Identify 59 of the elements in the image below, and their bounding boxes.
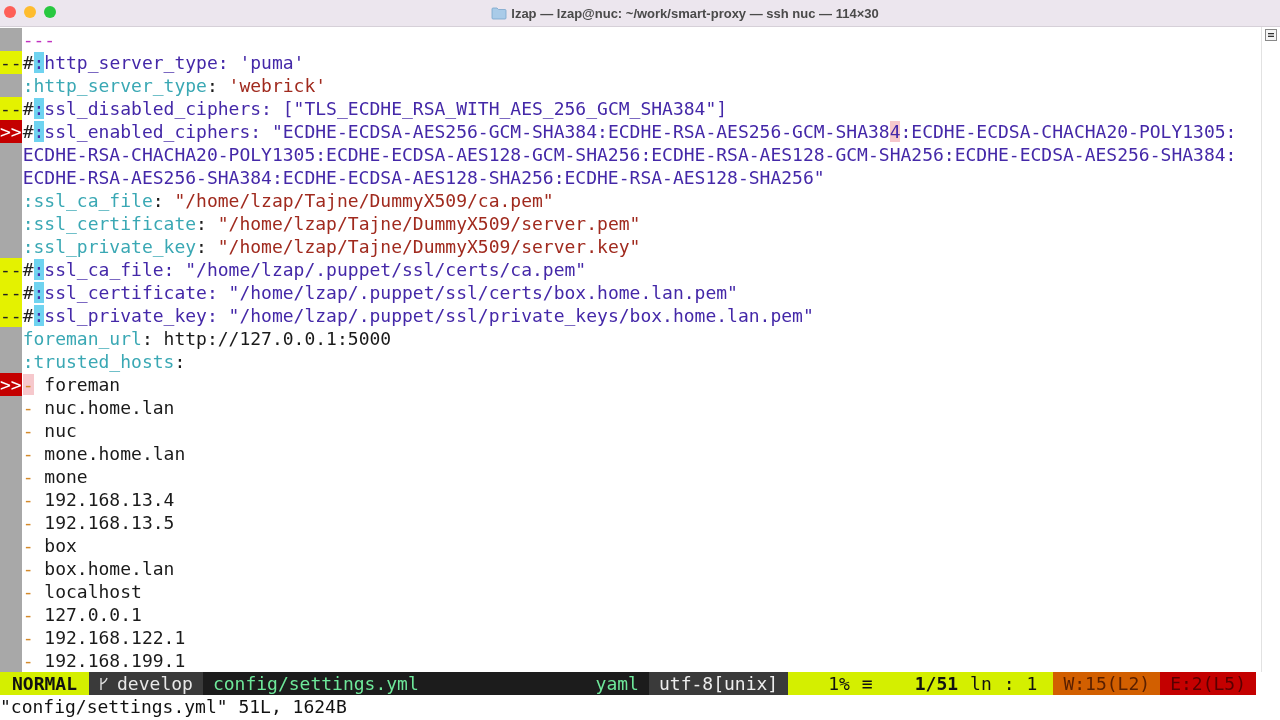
code-line: :http_server_type: 'webrick' (21, 74, 328, 97)
sign-gutter (0, 235, 22, 258)
branch-icon (99, 676, 110, 691)
code-line: #:ssl_certificate: "/home/lzap/.puppet/ssl/certs/box.home.lan.pem" (22, 281, 739, 304)
code-line: #:ssl_ca_file: "/home/lzap/.puppet/ssl/certs/ca.pem" (22, 258, 588, 281)
code-line: - 192.168.122.1 (21, 626, 187, 649)
code-line: :ssl_ca_file: "/home/lzap/Tajne/DummyX509/ca.pem" (21, 189, 555, 212)
code-line: #:ssl_enabled_ciphers: "ECDHE-ECDSA-AES256-GCM-SHA384:ECDHE-RSA-AES256-GCM-SHA384:ECDHE-ECDSA-CHACHA20-POLY1305:ECDHE-RSA-CHACHA20-POLY1305:ECDHE-ECDSA-AES128-GCM-SHA256:ECDHE-RSA-AES128-GCM-SHA256:ECDHE-ECDSA-AES256-SHA384:ECDHE-RSA-AES256-SHA384:ECDHE-ECDSA-AES128-SHA256:ECDHE-RSA-AES128-SHA256" (22, 120, 1238, 189)
code-line: - 192.168.13.4 (21, 488, 176, 511)
code-line: - mone.home.lan (21, 442, 187, 465)
code-line: - box.home.lan (21, 557, 176, 580)
scroll-marker-icon[interactable] (1265, 29, 1277, 41)
code-line: - 192.168.199.1 (21, 649, 187, 672)
lint-sign: -- (0, 258, 22, 281)
sign-gutter (0, 28, 22, 51)
lint-sign: -- (0, 304, 22, 327)
column-number: 1 (1026, 672, 1038, 695)
close-button[interactable] (4, 6, 16, 18)
lint-sign: >> (0, 373, 22, 396)
sign-gutter (0, 350, 22, 373)
sign-gutter (0, 327, 22, 350)
sign-gutter (0, 396, 22, 419)
percent-text: 1% (828, 672, 850, 695)
branch-name: develop (117, 672, 193, 695)
code-line: - 192.168.13.5 (21, 511, 176, 534)
line-position: 1/51 (914, 672, 959, 695)
file-encoding: utf-8[unix] (648, 672, 789, 695)
code-line: :trusted_hosts: (21, 350, 187, 373)
sign-gutter (0, 649, 22, 672)
code-line: --- (21, 28, 57, 51)
warning-count: W:15(L2) (1053, 672, 1161, 695)
code-line: :ssl_certificate: "/home/lzap/Tajne/DummyX509/server.pem" (21, 212, 642, 235)
command-message: "config/settings.yml" 51L, 1624B (0, 696, 347, 717)
lint-sign: -- (0, 281, 22, 304)
code-line: #:ssl_disabled_ciphers: ["TLS_ECDHE_RSA_WITH_AES_256_GCM_SHA384"] (22, 97, 729, 120)
code-line: foreman_url: http://127.0.0.1:5000 (21, 327, 393, 350)
code-line: #:http_server_type: 'puma' (22, 51, 306, 74)
folder-icon (491, 6, 508, 20)
code-line: - nuc (21, 419, 78, 442)
lint-sign: -- (0, 51, 22, 74)
sign-gutter (0, 74, 22, 97)
code-line: - 127.0.0.1 (21, 603, 143, 626)
code-line: - nuc.home.lan (21, 396, 176, 419)
code-line: - foreman (21, 373, 122, 396)
ln-label: ln (970, 672, 992, 695)
code-line: - localhost (21, 580, 143, 603)
zoom-button[interactable] (44, 6, 56, 18)
separator-text: : (1003, 672, 1015, 695)
lint-sign: >> (0, 120, 22, 143)
mode-indicator: NORMAL (0, 672, 90, 695)
code-line: - mone (21, 465, 89, 488)
percent-icon: ≡ (861, 672, 873, 695)
window-title: lzap — lzap@nuc: ~/work/smart-proxy — ssh nuc — 114×30 (511, 5, 879, 21)
code-line: :ssl_private_key: "/home/lzap/Tajne/DummyX509/server.key" (21, 235, 642, 258)
code-line: #:ssl_private_key: "/home/lzap/.puppet/ssl/private_keys/box.home.lan.pem" (22, 304, 815, 327)
code-line: - box (21, 534, 78, 557)
minimize-button[interactable] (24, 6, 36, 18)
error-count: E:2(L5) (1160, 672, 1256, 695)
lint-sign: -- (0, 97, 22, 120)
